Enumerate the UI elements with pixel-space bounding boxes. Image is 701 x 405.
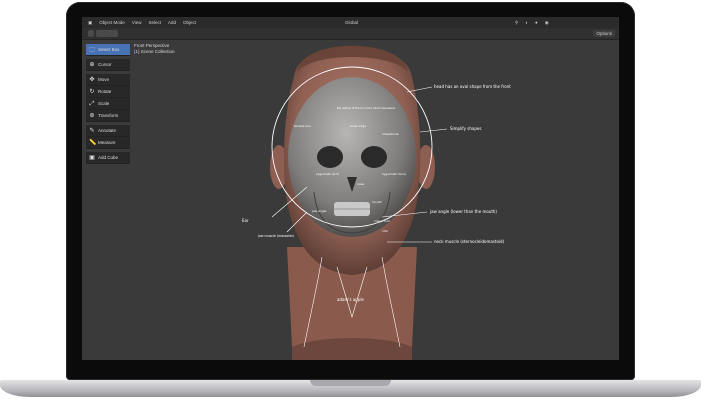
note-ear: Ear [242,218,249,223]
note-skull: the outline of the is a more direct expr… [337,106,396,110]
note-head-oval: head has an oval shape from the front [434,84,511,89]
note-mastoid: jaw muscle (masseter) [257,234,294,238]
note-jaw-angle-long: jaw angle (lower than the mouth) [429,209,497,214]
note-simplify: Simplify shapes [450,126,481,131]
note-adams-apple: adam's apple [337,297,364,302]
note-cheek: cheekbone [382,132,399,136]
note-cheek-fold: cheek fold [374,219,390,223]
note-neck-muscle: neck muscle (sternocleidomastoid) [434,239,505,244]
note-nose: nose [357,182,364,186]
blender-window: ▣ Object Mode View Select Add Object Glo… [82,17,619,360]
viewport-3d[interactable]: head has an oval shape from the front Si… [82,17,619,360]
note-zygomatic-bone: zygomatic bone [382,172,406,176]
note-zygomatic: zygomatic arch [316,172,339,176]
note-jaw-angle: jaw angle [311,209,327,213]
note-chin: chin [382,229,388,233]
note-brow: brow ridge [350,124,366,128]
note-temple: temple line [294,124,311,128]
laptop-notch [310,380,391,386]
note-mouth: mouth [372,200,382,204]
